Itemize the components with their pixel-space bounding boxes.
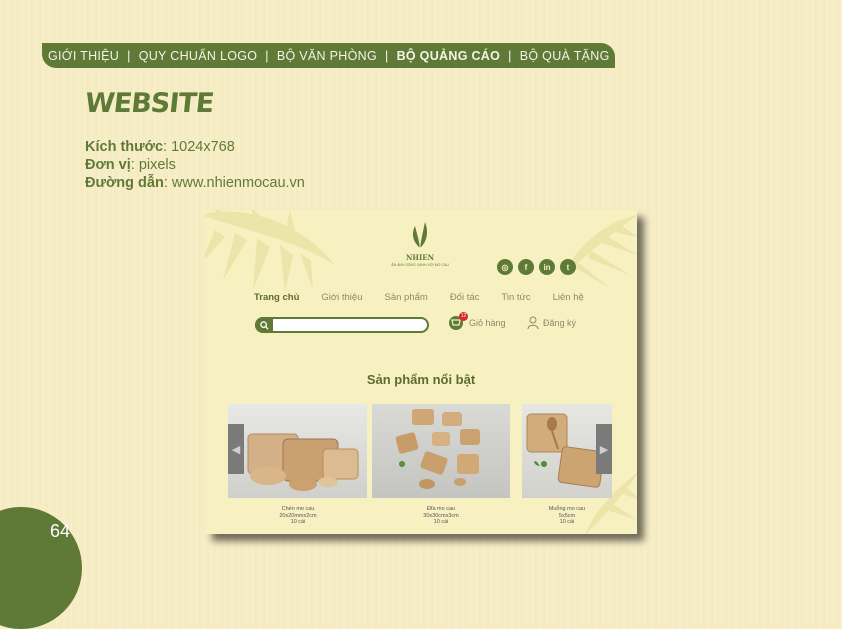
logo-wordmark: NHIEN	[405, 253, 435, 262]
facebook-icon[interactable]: f	[518, 259, 534, 275]
twitter-icon[interactable]: t	[560, 259, 576, 275]
logo-tagline: ĂN ÁNH SỐNG XANH VỚI MO CAU	[391, 263, 449, 267]
carousel-prev-button[interactable]: ◀	[228, 424, 244, 474]
site-menu: Trang chủ Giới thiệu Sản phẩm Đối tác Ti…	[254, 292, 584, 303]
menu-about[interactable]: Giới thiệu	[321, 292, 362, 303]
product-qty: 10 cái	[433, 519, 449, 525]
nav-separator: |	[508, 48, 512, 63]
signup-button[interactable]: Đăng ký	[527, 316, 576, 330]
product-image-bowl[interactable]	[228, 404, 367, 498]
top-navigation: GIỚI THIỆU | QUY CHUẨN LOGO | BỘ VĂN PHÒ…	[42, 43, 615, 68]
nav-item-intro[interactable]: GIỚI THIỆU	[42, 49, 119, 63]
signup-label: Đăng ký	[543, 318, 577, 328]
instagram-icon[interactable]: ◎	[497, 259, 513, 275]
spec-link: Đường dẫn: www.nhienmocau.vn	[85, 174, 305, 192]
user-icon	[527, 316, 539, 330]
palm-leaf-decoration-right	[560, 215, 637, 288]
menu-contact[interactable]: Liên hệ	[553, 292, 584, 303]
search-icon[interactable]	[255, 317, 273, 333]
nav-separator: |	[265, 48, 269, 63]
chevron-right-icon: ▶	[599, 443, 609, 456]
spec-unit: Đơn vị: pixels	[85, 156, 305, 174]
menu-home[interactable]: Trang chủ	[254, 292, 299, 303]
spec-size: Kích thước: 1024x768	[85, 138, 305, 156]
product-qty: 10 cái	[559, 519, 575, 525]
cart-label: Giỏ hàng	[469, 318, 506, 328]
website-specs: Kích thước: 1024x768 Đơn vị: pixels Đườn…	[85, 138, 305, 192]
palm-leaf-decoration-left	[205, 210, 335, 293]
product-caption: Chén mo cau 20x20mmx2cm 10 cái	[248, 506, 348, 526]
nav-item-gift-set[interactable]: BỘ QUÀ TẶNG	[520, 49, 610, 63]
search-input[interactable]	[255, 317, 429, 333]
spec-link-label: Đường dẫn	[85, 175, 164, 191]
spec-link-value: : www.nhienmocau.vn	[163, 175, 305, 191]
product-image-plate[interactable]	[372, 404, 510, 498]
carousel-next-button[interactable]: ▶	[596, 424, 612, 474]
product-qty: 10 cái	[290, 519, 306, 525]
menu-news[interactable]: Tin tức	[501, 292, 530, 303]
product-caption: Muỗng mo cau 5x5cm 10 cái	[517, 506, 617, 526]
spec-unit-value: : pixels	[130, 157, 176, 173]
cart-count-badge: 12	[459, 312, 468, 321]
brand-logo[interactable]: NHIEN ĂN ÁNH SỐNG XANH VỚI MO CAU	[385, 220, 455, 267]
nav-item-logo-standard[interactable]: QUY CHUẨN LOGO	[139, 49, 258, 63]
cart-button[interactable]: 12 Giỏ hàng	[449, 312, 506, 330]
spec-size-label: Kích thước	[85, 139, 164, 155]
menu-products[interactable]: Sản phẩm	[385, 292, 428, 303]
cart-icon: 12	[449, 312, 468, 330]
spec-unit-label: Đơn vị	[85, 157, 131, 173]
featured-products-title: Sản phẩm nổi bật	[366, 372, 476, 387]
social-links: ◎ f in t	[497, 259, 576, 275]
chevron-left-icon: ◀	[231, 443, 241, 456]
page-number: 64	[50, 521, 71, 541]
nav-item-office-set[interactable]: BỘ VĂN PHÒNG	[277, 49, 377, 63]
section-title: WEBSITE	[83, 88, 215, 119]
product-caption: Đĩa mo cau 30x30cmx3cm 10 cái	[391, 506, 491, 526]
website-mockup: NHIEN ĂN ÁNH SỐNG XANH VỚI MO CAU ◎ f in…	[205, 210, 637, 534]
leaf-logo-icon	[412, 222, 428, 248]
linkedin-icon[interactable]: in	[539, 259, 555, 275]
nav-item-advertising-set[interactable]: BỘ QUẢNG CÁO	[397, 49, 501, 63]
spec-size-value: : 1024x768	[163, 139, 235, 155]
nav-separator: |	[127, 48, 131, 63]
menu-partners[interactable]: Đối tác	[450, 292, 480, 303]
nav-separator: |	[385, 48, 389, 63]
